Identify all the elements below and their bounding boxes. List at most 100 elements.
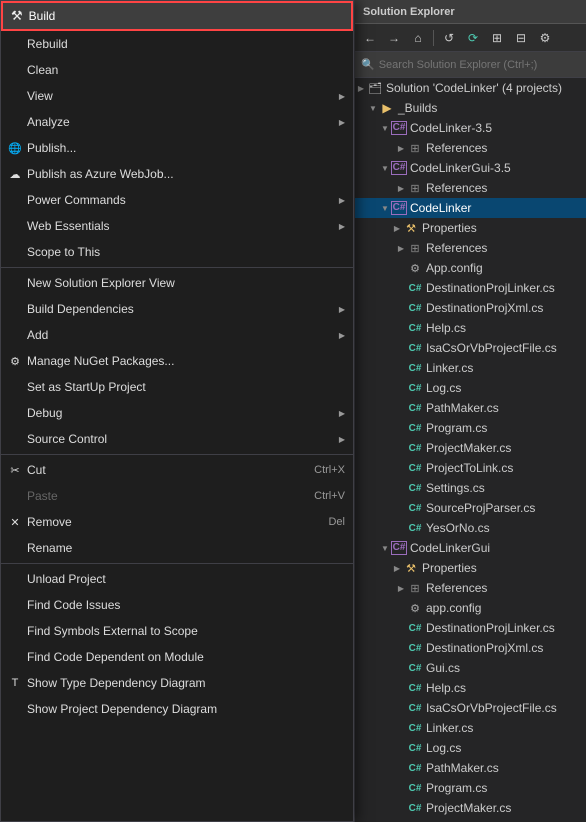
build-menu-item[interactable]: ⚒ Build xyxy=(1,1,353,31)
tree-item-help2[interactable]: C#Help.cs xyxy=(355,678,586,698)
menu-item-new-solution-explorer-view[interactable]: New Solution Explorer View xyxy=(1,270,353,296)
tree-item-props2[interactable]: ▶⚒Properties xyxy=(355,558,586,578)
tree-item-codelinker35[interactable]: ▼C#CodeLinker-3.5 xyxy=(355,118,586,138)
se-back-btn[interactable]: ← xyxy=(359,27,381,49)
tree-item-refs1[interactable]: ▶⊞References xyxy=(355,138,586,158)
tree-item-solution[interactable]: ▶🗂Solution 'CodeLinker' (4 projects) xyxy=(355,78,586,98)
menu-item-add[interactable]: Add xyxy=(1,322,353,348)
tree-expand-icon[interactable] xyxy=(395,742,407,754)
tree-item-srcparser1[interactable]: C#SourceProjParser.cs xyxy=(355,498,586,518)
menu-item-analyze[interactable]: Analyze xyxy=(1,109,353,135)
tree-item-codelinkergui[interactable]: ▼C#CodeLinkerGui xyxy=(355,538,586,558)
tree-item-isacs1[interactable]: C#IsaCsOrVbProjectFile.cs xyxy=(355,338,586,358)
tree-item-program2[interactable]: C#Program.cs xyxy=(355,778,586,798)
menu-item-remove[interactable]: ✕RemoveDel xyxy=(1,509,353,535)
tree-item-projtolink1[interactable]: C#ProjectToLink.cs xyxy=(355,458,586,478)
tree-expand-icon[interactable] xyxy=(395,382,407,394)
menu-item-publish-as-azure-webjob-[interactable]: ☁Publish as Azure WebJob... xyxy=(1,161,353,187)
tree-expand-icon[interactable] xyxy=(395,762,407,774)
tree-item-dest2[interactable]: C#DestinationProjXml.cs xyxy=(355,298,586,318)
menu-item-find-code-issues[interactable]: Find Code Issues xyxy=(1,592,353,618)
tree-item-log1[interactable]: C#Log.cs xyxy=(355,378,586,398)
tree-expand-icon[interactable]: ▼ xyxy=(379,162,391,174)
tree-expand-icon[interactable]: ▶ xyxy=(395,582,407,594)
tree-item-appconfig[interactable]: ⚙App.config xyxy=(355,258,586,278)
tree-expand-icon[interactable] xyxy=(395,442,407,454)
tree-expand-icon[interactable] xyxy=(395,722,407,734)
menu-item-clean[interactable]: Clean xyxy=(1,57,353,83)
menu-item-build-dependencies[interactable]: Build Dependencies xyxy=(1,296,353,322)
menu-item-source-control[interactable]: Source Control xyxy=(1,426,353,452)
tree-expand-icon[interactable]: ▶ xyxy=(355,82,367,94)
tree-expand-icon[interactable] xyxy=(395,522,407,534)
tree-expand-icon[interactable] xyxy=(395,662,407,674)
tree-item-dest4[interactable]: C#DestinationProjXml.cs xyxy=(355,638,586,658)
menu-item-scope-to-this[interactable]: Scope to This xyxy=(1,239,353,265)
tree-item-builds[interactable]: ▼▶_Builds xyxy=(355,98,586,118)
se-collapse-btn[interactable]: ⊟ xyxy=(510,27,532,49)
tree-expand-icon[interactable]: ▼ xyxy=(367,102,379,114)
tree-expand-icon[interactable] xyxy=(395,422,407,434)
tree-expand-icon[interactable] xyxy=(395,362,407,374)
tree-expand-icon[interactable] xyxy=(395,342,407,354)
tree-item-props[interactable]: ▶⚒Properties xyxy=(355,218,586,238)
tree-expand-icon[interactable] xyxy=(395,622,407,634)
menu-item-debug[interactable]: Debug xyxy=(1,400,353,426)
tree-expand-icon[interactable]: ▶ xyxy=(395,242,407,254)
tree-item-isacs2[interactable]: C#IsaCsOrVbProjectFile.cs xyxy=(355,698,586,718)
tree-expand-icon[interactable]: ▼ xyxy=(379,122,391,134)
tree-expand-icon[interactable] xyxy=(395,282,407,294)
tree-item-linker2[interactable]: C#Linker.cs xyxy=(355,718,586,738)
menu-item-find-code-dependent-on-module[interactable]: Find Code Dependent on Module xyxy=(1,644,353,670)
tree-expand-icon[interactable]: ▼ xyxy=(379,202,391,214)
menu-item-cut[interactable]: ✂CutCtrl+X xyxy=(1,457,353,483)
tree-expand-icon[interactable] xyxy=(395,642,407,654)
tree-item-program1[interactable]: C#Program.cs xyxy=(355,418,586,438)
menu-item-show-type-dependency-diagram[interactable]: TShow Type Dependency Diagram xyxy=(1,670,353,696)
tree-expand-icon[interactable]: ▼ xyxy=(379,542,391,554)
menu-item-rebuild[interactable]: Rebuild xyxy=(1,31,353,57)
tree-item-help1[interactable]: C#Help.cs xyxy=(355,318,586,338)
menu-item-manage-nuget-packages-[interactable]: ⚙Manage NuGet Packages... xyxy=(1,348,353,374)
tree-item-gui1[interactable]: C#Gui.cs xyxy=(355,658,586,678)
tree-item-projtolink2[interactable]: C#ProjectToLink.cs xyxy=(355,818,586,822)
tree-item-projmaker1[interactable]: C#ProjectMaker.cs xyxy=(355,438,586,458)
se-refresh-btn[interactable]: ↺ xyxy=(438,27,460,49)
tree-expand-icon[interactable] xyxy=(395,502,407,514)
tree-item-pathmaker1[interactable]: C#PathMaker.cs xyxy=(355,398,586,418)
tree-expand-icon[interactable] xyxy=(395,602,407,614)
tree-expand-icon[interactable] xyxy=(395,802,407,814)
tree-item-codelinker35gui[interactable]: ▼C#CodeLinkerGui-3.5 xyxy=(355,158,586,178)
menu-item-rename[interactable]: Rename xyxy=(1,535,353,561)
menu-item-show-project-dependency-diagram[interactable]: Show Project Dependency Diagram xyxy=(1,696,353,722)
tree-expand-icon[interactable] xyxy=(395,322,407,334)
menu-item-unload-project[interactable]: Unload Project xyxy=(1,566,353,592)
tree-item-log2[interactable]: C#Log.cs xyxy=(355,738,586,758)
tree-item-linker1[interactable]: C#Linker.cs xyxy=(355,358,586,378)
menu-item-web-essentials[interactable]: Web Essentials xyxy=(1,213,353,239)
se-sync-btn[interactable]: ⟳ xyxy=(462,27,484,49)
tree-expand-icon[interactable]: ▶ xyxy=(391,562,403,574)
se-forward-btn[interactable]: → xyxy=(383,27,405,49)
tree-item-yesorno1[interactable]: C#YesOrNo.cs xyxy=(355,518,586,538)
tree-expand-icon[interactable] xyxy=(395,482,407,494)
tree-item-refs2[interactable]: ▶⊞References xyxy=(355,178,586,198)
tree-item-refs4[interactable]: ▶⊞References xyxy=(355,578,586,598)
tree-expand-icon[interactable] xyxy=(395,462,407,474)
tree-expand-icon[interactable] xyxy=(395,402,407,414)
tree-item-dest3[interactable]: C#DestinationProjLinker.cs xyxy=(355,618,586,638)
menu-item-view[interactable]: View xyxy=(1,83,353,109)
se-expand-btn[interactable]: ⊞ xyxy=(486,27,508,49)
tree-item-settings1[interactable]: C#Settings.cs xyxy=(355,478,586,498)
se-search-input[interactable] xyxy=(379,59,580,71)
tree-expand-icon[interactable] xyxy=(395,682,407,694)
menu-item-find-symbols-external-to-scope[interactable]: Find Symbols External to Scope xyxy=(1,618,353,644)
menu-item-set-as-startup-project[interactable]: Set as StartUp Project xyxy=(1,374,353,400)
se-settings-btn[interactable]: ⚙ xyxy=(534,27,556,49)
tree-expand-icon[interactable] xyxy=(395,302,407,314)
tree-item-projmaker2[interactable]: C#ProjectMaker.cs xyxy=(355,798,586,818)
tree-item-dest1[interactable]: C#DestinationProjLinker.cs xyxy=(355,278,586,298)
tree-expand-icon[interactable] xyxy=(395,702,407,714)
tree-item-pathmaker2[interactable]: C#PathMaker.cs xyxy=(355,758,586,778)
tree-expand-icon[interactable]: ▶ xyxy=(395,182,407,194)
